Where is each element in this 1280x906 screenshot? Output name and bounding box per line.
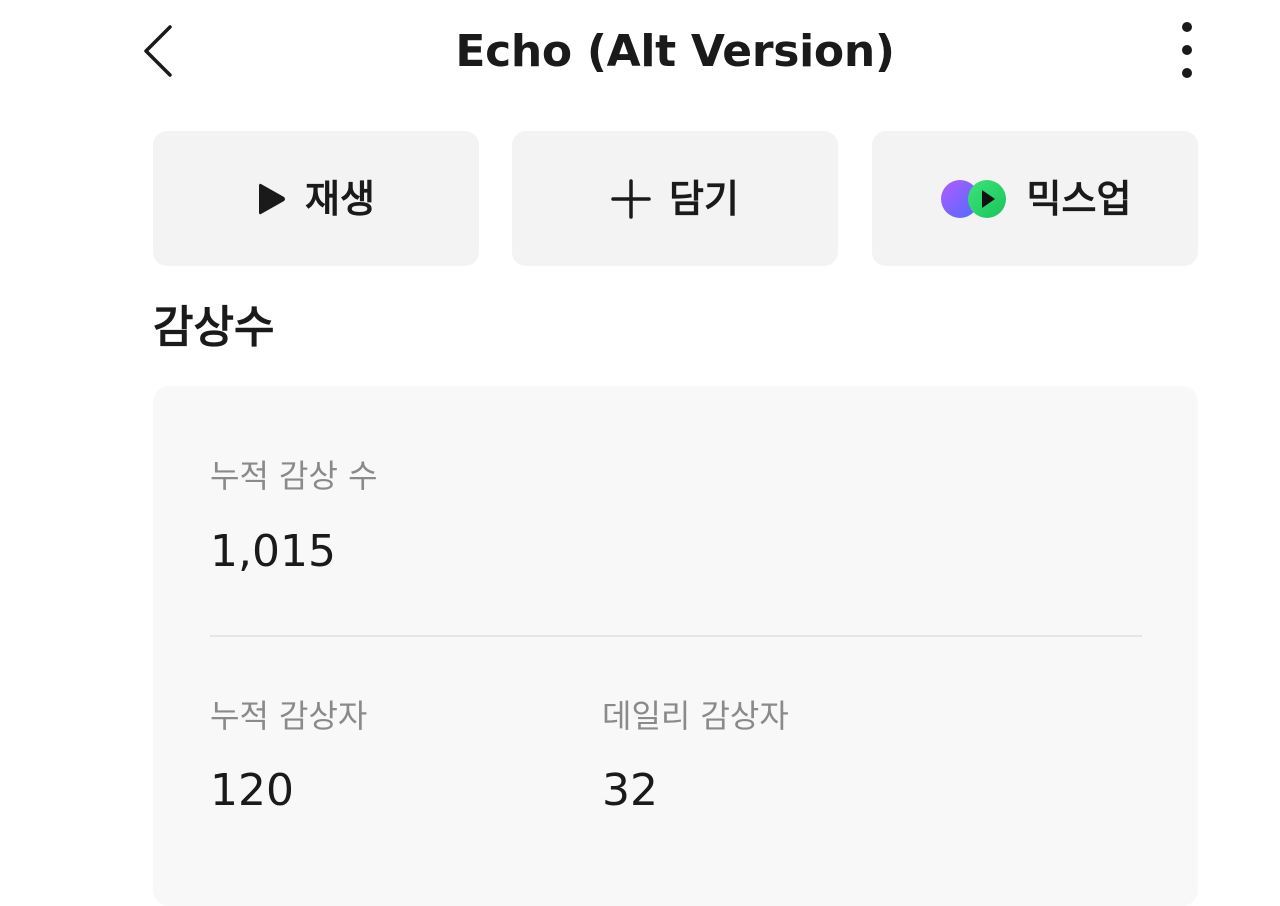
daily-listeners-value: 32 <box>602 765 658 816</box>
total-listeners-value: 120 <box>210 765 294 816</box>
stats-card: 누적 감상 수 1,015 누적 감상자 120 데일리 감상자 32 <box>153 386 1198 906</box>
top-bar: Echo (Alt Version) <box>0 0 1280 105</box>
section-title-plays: 감상수 <box>153 302 275 353</box>
add-label: 담기 <box>669 176 739 221</box>
mixup-button[interactable]: 믹스업 <box>872 131 1198 266</box>
action-buttons: 재생 담기 믹스업 <box>153 131 1198 266</box>
mixup-logo-icon <box>939 178 1009 220</box>
play-label: 재생 <box>305 176 375 221</box>
mixup-label: 믹스업 <box>1026 176 1132 221</box>
chevron-left-icon <box>144 25 172 77</box>
total-plays-value: 1,015 <box>210 526 336 577</box>
stats-divider <box>210 635 1142 637</box>
more-vertical-icon <box>1182 22 1192 32</box>
play-icon <box>257 181 287 217</box>
plus-icon <box>611 178 651 219</box>
total-listeners-label: 누적 감상자 <box>210 697 368 735</box>
total-plays-label: 누적 감상 수 <box>210 457 378 495</box>
daily-listeners-label: 데일리 감상자 <box>602 697 789 735</box>
more-options-button[interactable] <box>1168 18 1208 84</box>
back-button[interactable] <box>128 18 188 84</box>
add-to-playlist-button[interactable]: 담기 <box>512 131 838 266</box>
page-title: Echo (Alt Version) <box>455 26 895 77</box>
play-button[interactable]: 재생 <box>153 131 479 266</box>
